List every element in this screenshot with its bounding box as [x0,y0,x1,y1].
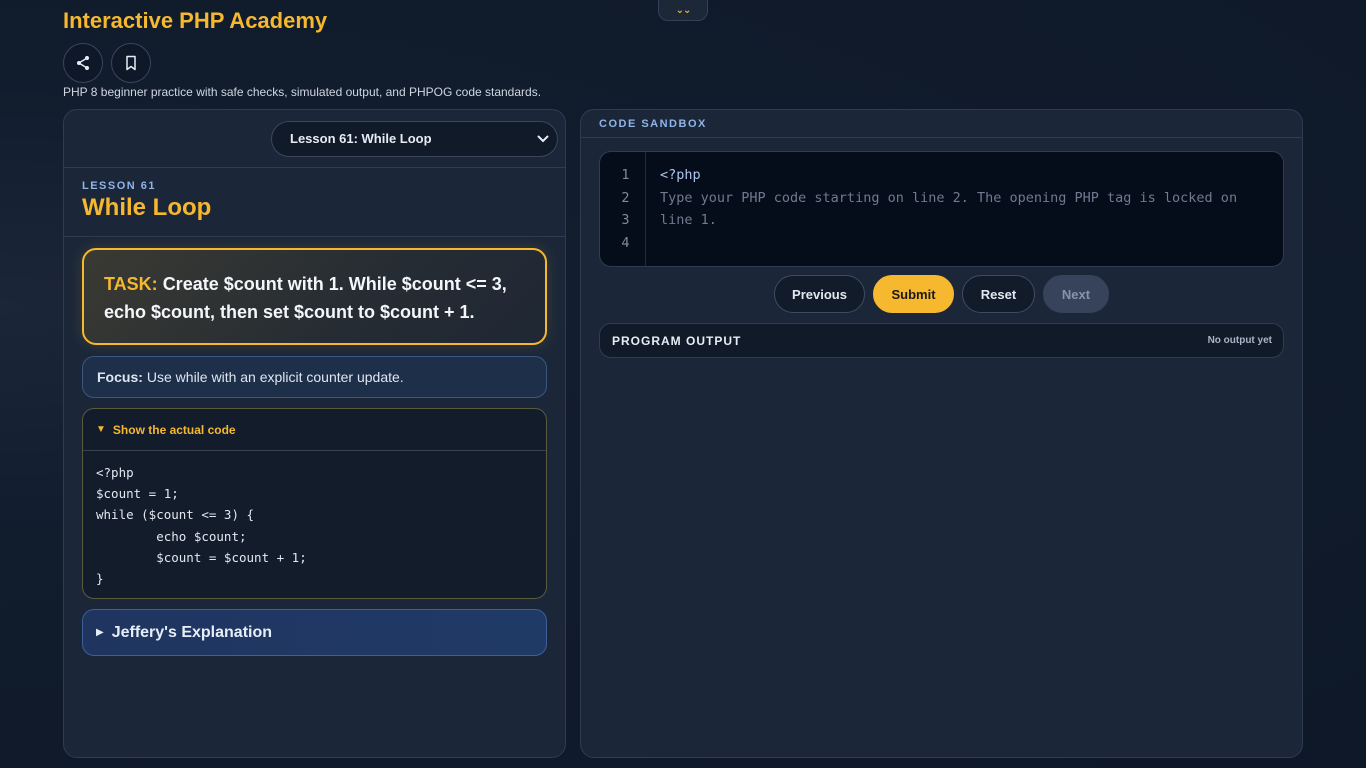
sandbox-panel: CODE SANDBOX 1 2 3 4 <?php Type your PHP… [580,109,1303,758]
bookmark-button[interactable] [111,43,151,83]
program-output-bar: PROGRAM OUTPUT No output yet [599,323,1284,358]
actual-code-disclosure: ▼ Show the actual code <?php $count = 1;… [82,408,547,599]
explanation-toggle[interactable]: ▶ Jeffery's Explanation [82,609,547,656]
bookmark-icon [126,55,136,71]
task-text: Create $count with 1. While $count <= 3,… [104,274,507,322]
submit-button[interactable]: Submit [873,275,954,313]
lesson-header: LESSON 61 While Loop [64,168,565,237]
sandbox-button-row: Previous Submit Reset Next [581,275,1302,315]
lesson-title: While Loop [82,194,212,221]
focus-label: Focus: [97,369,143,385]
share-button[interactable] [63,43,103,83]
reset-button[interactable]: Reset [962,275,1035,313]
app-subtitle: PHP 8 beginner practice with safe checks… [63,85,542,99]
next-button[interactable]: Next [1043,275,1109,313]
editor-placeholder: Type your PHP code starting on line 2. T… [660,189,1238,229]
lesson-select-value: Lesson 61: While Loop [290,131,432,146]
show-code-toggle[interactable]: ▼ Show the actual code [83,409,546,451]
lesson-select-bar: Lesson 61: While Loop [64,110,565,168]
lesson-panel: Lesson 61: While Loop LESSON 61 While Lo… [63,109,566,758]
triangle-right-icon: ▶ [96,627,104,638]
app-title: Interactive PHP Academy [63,8,328,33]
line-numbers: 1 2 3 4 [600,152,646,266]
program-output-label: PROGRAM OUTPUT [612,333,742,348]
share-icon [77,56,89,70]
code-editor[interactable]: 1 2 3 4 <?php Type your PHP code startin… [599,151,1284,267]
locked-php-tag: <?php [660,167,701,183]
chevron-down-icon [537,135,549,142]
sandbox-header: CODE SANDBOX [581,110,1302,138]
focus-text: Use while with an explicit counter updat… [146,369,404,385]
solution-code: <?php $count = 1; while ($count <= 3) { … [96,465,307,587]
editor-content[interactable]: <?php Type your PHP code starting on lin… [646,152,1283,266]
output-status: No output yet [1207,335,1272,346]
show-code-label: Show the actual code [112,422,236,437]
chevron-down-icon: ⌄⌄ [675,4,692,16]
task-label: TASK: [104,274,158,294]
triangle-down-icon: ▼ [96,424,106,435]
focus-box: Focus: Use while with an explicit counte… [82,356,547,398]
explanation-label: Jeffery's Explanation [111,623,273,641]
lesson-select[interactable]: Lesson 61: While Loop [271,120,558,157]
task-box: TASK: Create $count with 1. While $count… [82,248,547,345]
previous-button[interactable]: Previous [774,275,865,313]
lesson-number: LESSON 61 [82,180,157,192]
collapse-toggle-button[interactable]: ⌄⌄ [658,0,708,21]
